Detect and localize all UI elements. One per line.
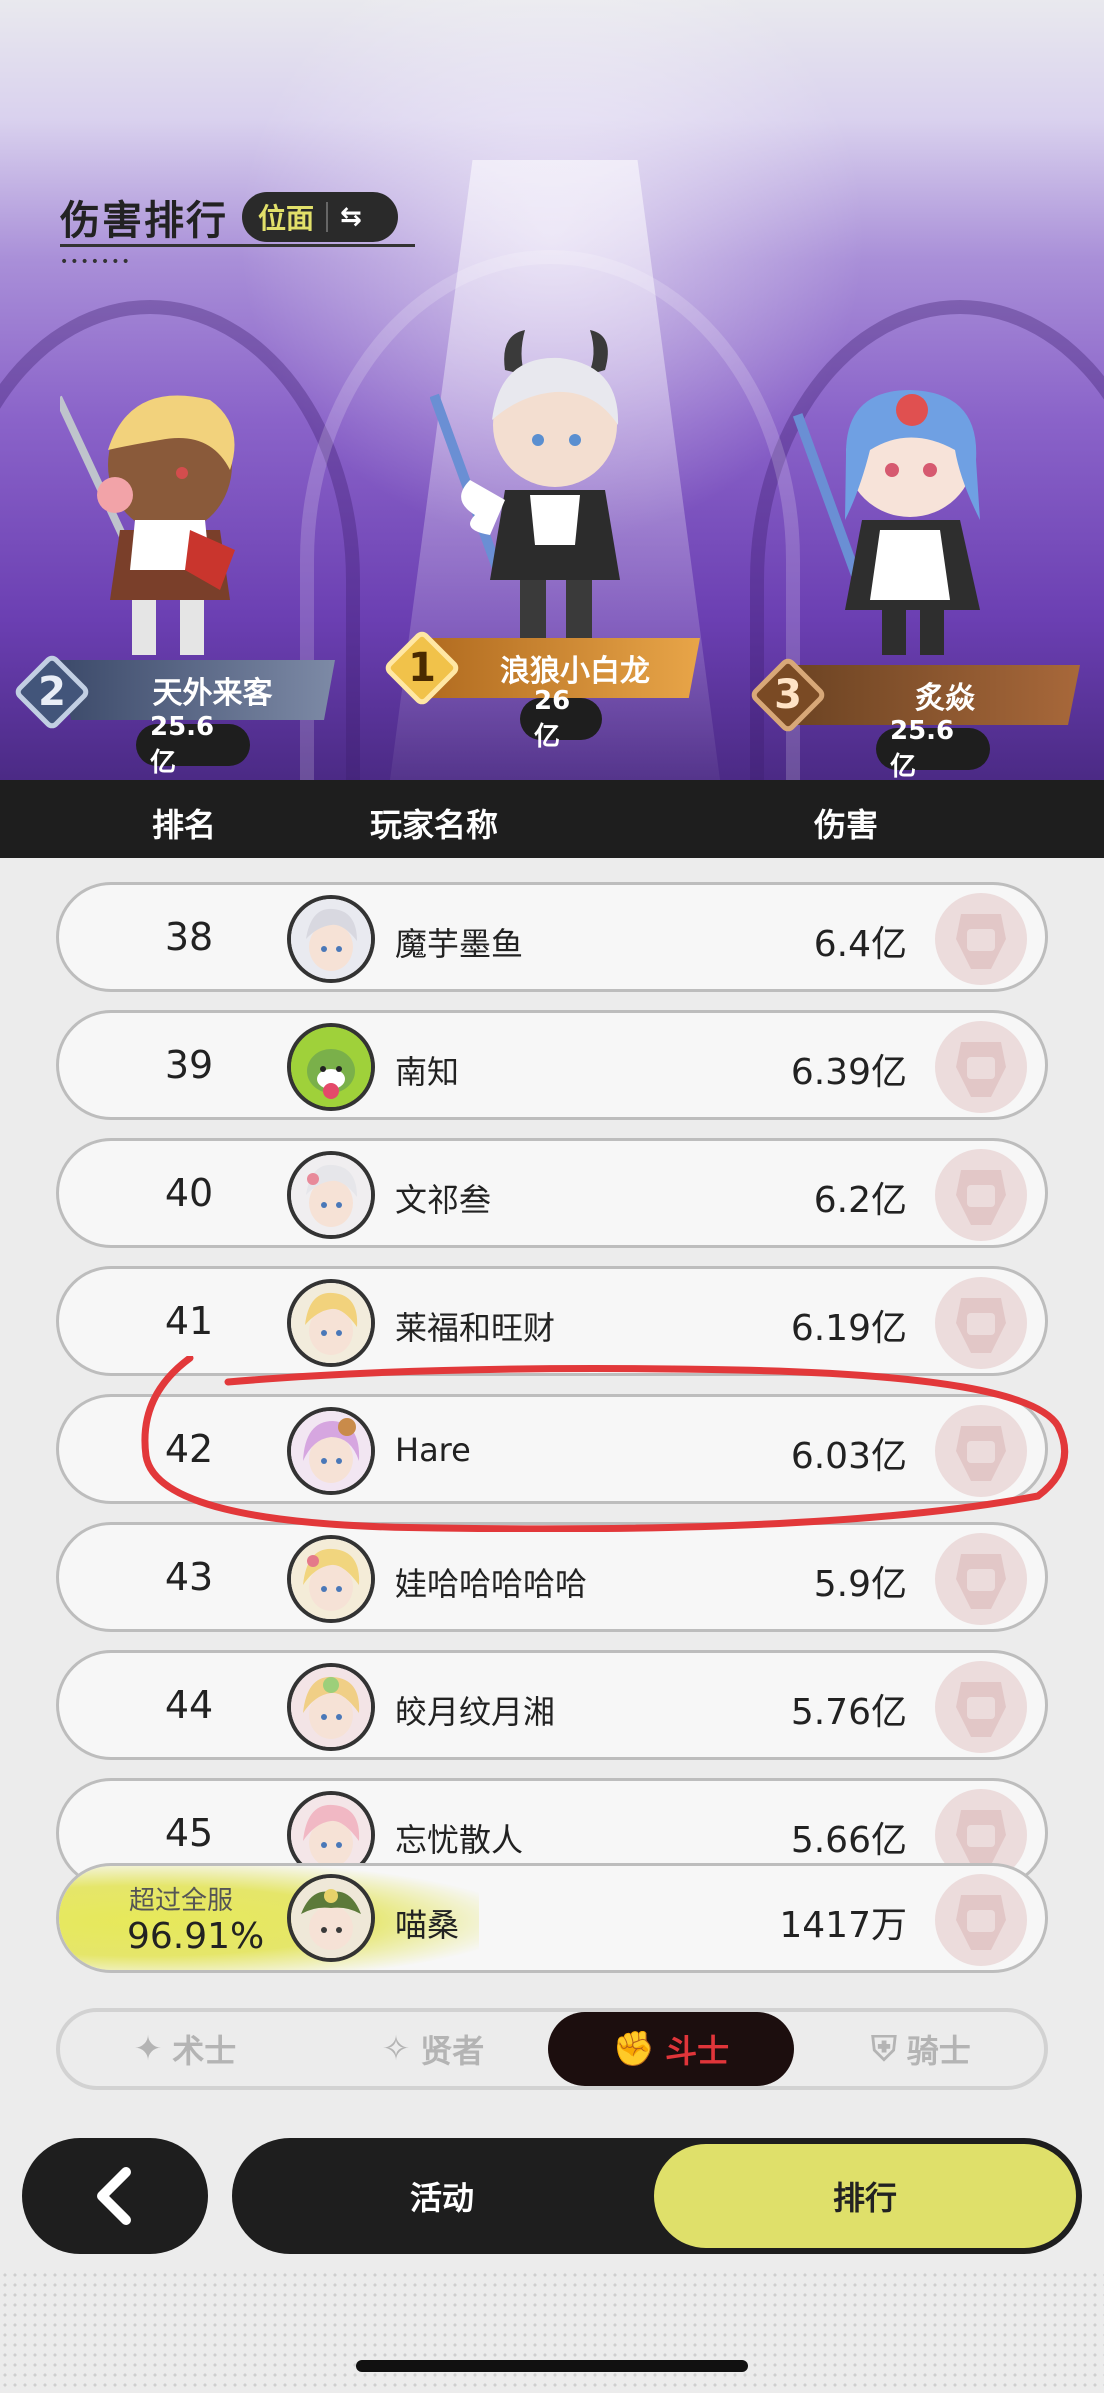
fighter-emblem-icon: [935, 1277, 1027, 1369]
ranking-tab[interactable]: 排行: [654, 2144, 1076, 2248]
rank-2-badge-icon: 2: [12, 652, 92, 732]
rank-1-badge-icon: 1: [382, 628, 462, 708]
row-player-name: 莱福和旺财: [395, 1309, 556, 1347]
podium-name-1: 浪狼小白龙: [500, 654, 650, 689]
fighter-emblem-icon: [935, 1874, 1027, 1966]
character-rank-2[interactable]: [60, 370, 280, 660]
table-row[interactable]: 39 南知 6.39亿: [56, 1010, 1048, 1120]
avatar[interactable]: [287, 1663, 375, 1751]
table-row[interactable]: 41 莱福和旺财 6.19亿: [56, 1266, 1048, 1376]
row-rank: 40: [164, 1171, 214, 1215]
fighter-emblem-icon: [935, 893, 1027, 985]
tab-sage[interactable]: ✧ 贤者: [310, 2012, 556, 2086]
row-rank: 43: [164, 1555, 214, 1599]
plane-switch-label: 位面: [258, 202, 315, 235]
warlock-icon: ✦: [133, 2029, 163, 2069]
chevron-left-icon: [97, 2167, 131, 2225]
fighter-emblem-icon: [935, 1021, 1027, 1113]
row-damage: 5.76亿: [790, 1692, 907, 1733]
title-underline: [60, 244, 415, 247]
page-title: 伤害排行: [60, 198, 228, 244]
column-player: 玩家名称: [370, 806, 499, 844]
knight-icon: ⛨: [871, 2029, 897, 2069]
character-rank-1[interactable]: [430, 330, 680, 650]
tab-warlock[interactable]: ✦ 术士: [62, 2012, 308, 2086]
table-row[interactable]: 38 魔芋墨鱼 6.4亿: [56, 882, 1048, 992]
table-row-highlighted[interactable]: 42 Hare 6.03亿: [56, 1394, 1048, 1504]
ranking-title-bar: 伤害排行 位面 ⇆: [60, 188, 398, 246]
table-header: 排名 玩家名称 伤害: [0, 780, 1104, 858]
podium-name-2: 天外来客: [152, 676, 273, 711]
fighter-emblem-icon: [935, 1405, 1027, 1497]
row-rank: 38: [164, 915, 214, 959]
activity-tab[interactable]: 活动: [232, 2138, 652, 2254]
exceed-percent: 96.91%: [127, 1916, 265, 1957]
row-rank: 39: [164, 1043, 214, 1087]
table-row[interactable]: 43 娃哈哈哈哈哈 5.9亿: [56, 1522, 1048, 1632]
row-damage: 5.9亿: [813, 1564, 907, 1605]
avatar[interactable]: [287, 1535, 375, 1623]
row-damage: 6.03亿: [790, 1436, 907, 1477]
row-player-name: 文祁叁: [395, 1181, 492, 1219]
tab-fighter[interactable]: ✊ 斗士: [548, 2012, 794, 2086]
home-indicator[interactable]: [356, 2360, 748, 2372]
my-player-name: 喵桑: [395, 1906, 460, 1944]
row-player-name: 娃哈哈哈哈哈: [395, 1565, 588, 1603]
avatar[interactable]: [287, 1023, 375, 1111]
column-damage: 伤害: [814, 806, 879, 844]
tab-knight[interactable]: ⛨ 骑士: [798, 2012, 1044, 2086]
row-player-name: 皎月纹月湘: [395, 1693, 556, 1731]
row-damage: 6.2亿: [813, 1180, 907, 1221]
my-rank-row[interactable]: 超过全服 96.91% 喵桑 1417万: [56, 1863, 1048, 1973]
my-damage: 1417万: [779, 1905, 907, 1946]
avatar[interactable]: [287, 1279, 375, 1367]
exceed-label: 超过全服: [129, 1886, 234, 1916]
row-player-name: 魔芋墨鱼: [395, 925, 524, 963]
row-rank: 42: [164, 1427, 214, 1471]
fighter-emblem-icon: [935, 1149, 1027, 1241]
row-player-name: 南知: [395, 1053, 460, 1091]
row-damage: 5.66亿: [790, 1820, 907, 1861]
row-rank: 45: [164, 1811, 214, 1855]
podium-damage-2: 25.6亿: [136, 712, 250, 778]
fighter-icon: ✊: [612, 2029, 656, 2069]
row-damage: 6.39亿: [790, 1052, 907, 1093]
podium-damage-1: 26亿: [520, 686, 602, 752]
avatar[interactable]: [287, 895, 375, 983]
fighter-emblem-icon: [935, 1661, 1027, 1753]
avatar[interactable]: [287, 1874, 375, 1962]
sage-icon: ✧: [381, 2029, 411, 2069]
podium-name-3: 炙焱: [915, 681, 975, 716]
table-row[interactable]: 44 皎月纹月湘 5.76亿: [56, 1650, 1048, 1760]
avatar[interactable]: [287, 1151, 375, 1239]
swap-arrows-icon: ⇆: [340, 202, 362, 232]
row-damage: 6.4亿: [813, 924, 907, 965]
row-rank: 41: [164, 1299, 214, 1343]
row-player-name: 忘忧散人: [395, 1821, 524, 1859]
row-player-name: Hare: [395, 1431, 471, 1469]
column-rank: 排名: [152, 806, 217, 844]
podium-damage-3: 25.6亿: [876, 716, 990, 782]
row-damage: 6.19亿: [790, 1308, 907, 1349]
back-button[interactable]: [22, 2138, 208, 2254]
rank-3-badge-icon: 3: [748, 655, 828, 735]
character-rank-3[interactable]: [790, 370, 1020, 660]
avatar[interactable]: [287, 1407, 375, 1495]
plane-switch-button[interactable]: 位面 ⇆: [242, 192, 398, 242]
title-dots: •••••••: [60, 254, 132, 270]
fighter-emblem-icon: [935, 1533, 1027, 1625]
table-row[interactable]: 40 文祁叁 6.2亿: [56, 1138, 1048, 1248]
row-rank: 44: [164, 1683, 214, 1727]
